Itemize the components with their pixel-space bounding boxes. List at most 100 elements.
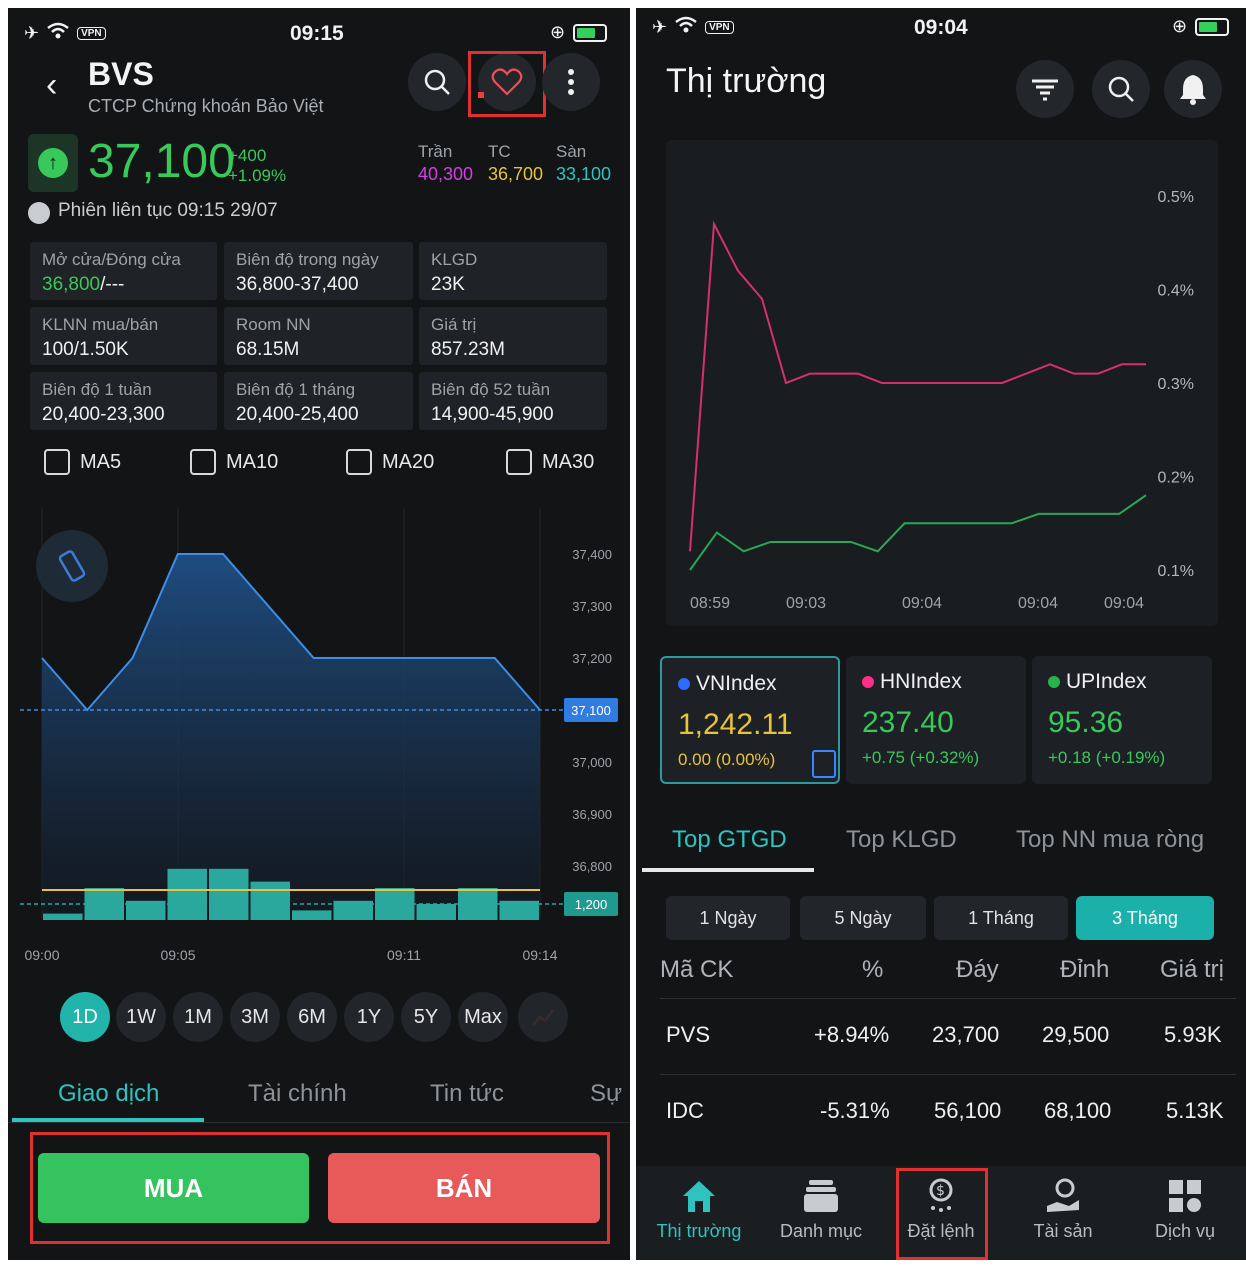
more-button[interactable] xyxy=(542,53,600,111)
volume-bar xyxy=(167,868,207,920)
stat-open-close: Mở cửa/Đóng cửa 36,800/--- xyxy=(30,242,217,300)
ma-label: MA10 xyxy=(226,450,279,473)
stat-label: KLGD xyxy=(431,250,478,269)
checkbox-square xyxy=(44,449,70,475)
row-high: 29,500 xyxy=(1042,1022,1110,1047)
ma10-checkbox[interactable]: MA10 xyxy=(190,449,278,475)
price-up-badge: ↑ xyxy=(28,134,78,192)
bell-icon xyxy=(1180,75,1206,105)
ma20-checkbox[interactable]: MA20 xyxy=(346,449,434,475)
y-tick-label: 0.2% xyxy=(1158,470,1194,487)
table-row[interactable]: PVS +8.94% 23,700 29,500 5.93K xyxy=(636,1000,1246,1074)
more-vertical-icon xyxy=(568,69,574,95)
ma30-checkbox[interactable]: MA30 xyxy=(506,449,594,475)
period-max[interactable]: Max xyxy=(458,992,508,1042)
tab-top-volume[interactable]: Top KLGD xyxy=(846,826,957,854)
orientation-lock-icon: ⊕ xyxy=(1172,16,1188,36)
search-button[interactable] xyxy=(408,53,466,111)
x-tick-label: 09:04 xyxy=(1018,595,1058,612)
segment-1-day[interactable]: 1 Ngày xyxy=(666,896,790,940)
chart-line-icon xyxy=(532,1009,555,1026)
stat-value: 100/1.50K xyxy=(42,339,129,360)
search-button[interactable] xyxy=(1092,60,1150,118)
row-code: IDC xyxy=(666,1098,704,1123)
index-value: 1,242.11 xyxy=(678,708,793,741)
tab-top-value[interactable]: Top GTGD xyxy=(672,826,787,854)
stat-foreign-volume: KLNN mua/bán 100/1.50K xyxy=(30,307,217,365)
stat-foreign-room: Room NN 68.15M xyxy=(224,307,413,365)
expand-icon[interactable] xyxy=(812,750,836,778)
stat-52week-range: Biên độ 52 tuần 14,900-45,900 xyxy=(419,372,607,430)
buy-button[interactable]: MUA xyxy=(38,1153,309,1223)
ma5-checkbox[interactable]: MA5 xyxy=(44,449,121,475)
period-1w[interactable]: 1W xyxy=(116,992,166,1042)
period-1d[interactable]: 1D xyxy=(60,992,110,1042)
floor-price: 33,100 xyxy=(556,164,612,184)
nav-market[interactable]: Thị trường xyxy=(644,1176,754,1242)
x-tick-label: 09:00 xyxy=(24,947,59,963)
clock-icon xyxy=(28,202,50,224)
rotate-screen-button[interactable] xyxy=(36,530,108,602)
tab-trading[interactable]: Giao dịch xyxy=(58,1080,159,1108)
chart-type-button[interactable] xyxy=(518,992,568,1042)
segment-3-months[interactable]: 3 Tháng xyxy=(1076,896,1214,940)
notification-button[interactable] xyxy=(1164,60,1222,118)
period-1y[interactable]: 1Y xyxy=(344,992,394,1042)
y-tick-label: 37,000 xyxy=(572,755,612,770)
x-tick-label: 09:04 xyxy=(1104,595,1144,612)
tab-finance[interactable]: Tài chính xyxy=(248,1080,347,1108)
floor-label: Sàn xyxy=(556,142,587,161)
index-change: +0.18 (+0.19%) xyxy=(1048,748,1166,767)
stat-value-traded: Giá trị 857.23M xyxy=(419,307,607,365)
ma-label: MA30 xyxy=(542,450,595,473)
sell-button[interactable]: BÁN xyxy=(328,1153,600,1223)
battery-icon xyxy=(1195,17,1230,36)
y-tick-label: 37,300 xyxy=(572,599,612,614)
portfolio-icon xyxy=(804,1180,838,1212)
nav-portfolio[interactable]: Danh mục xyxy=(766,1176,876,1242)
filter-button[interactable] xyxy=(1016,60,1074,118)
nav-label: Danh mục xyxy=(779,1221,863,1241)
price-area xyxy=(42,554,540,918)
period-5y[interactable]: 5Y xyxy=(401,992,451,1042)
index-card-upindex[interactable]: UPIndex 95.36 +0.18 (+0.19%) xyxy=(1032,656,1212,784)
x-tick-label: 09:14 xyxy=(522,947,557,963)
nav-services[interactable]: Dịch vụ xyxy=(1130,1176,1240,1242)
stat-label: Giá trị xyxy=(431,315,477,334)
period-6m[interactable]: 6M xyxy=(287,992,337,1042)
search-icon xyxy=(1108,76,1134,102)
price-change-percent: +1.09% xyxy=(228,166,287,185)
segment-5-days[interactable]: 5 Ngày xyxy=(800,896,926,940)
index-card-hnindex[interactable]: HNIndex 237.40 +0.75 (+0.32%) xyxy=(846,656,1026,784)
stat-label: Biên độ 52 tuần xyxy=(431,380,551,399)
row-divider xyxy=(660,1074,1236,1075)
status-bar-right-icons: ⊕ xyxy=(550,22,608,43)
ma-label: MA5 xyxy=(80,450,122,473)
period-3m[interactable]: 3M xyxy=(230,992,280,1042)
index-chart[interactable]: 0.5% 0.4% 0.3% 0.2% 0.1% 08:59 09:03 09:04 09:04… xyxy=(666,140,1218,626)
back-icon[interactable]: ‹ xyxy=(46,66,57,105)
period-1m[interactable]: 1M xyxy=(173,992,223,1042)
market-screen: ✈ VPN 09:04 ⊕ Thị trường 0.5% 0.4% 0.3% 0.2… xyxy=(636,8,1246,1260)
tab-top-foreign[interactable]: Top NN mua ròng xyxy=(1016,826,1204,854)
index-card-vnindex[interactable]: VNIndex 1,242.11 0.00 (0.00%) xyxy=(660,656,840,784)
table-header-percent: % xyxy=(862,956,884,983)
y-tick-label: 0.5% xyxy=(1158,189,1194,206)
status-bar-left-icons: ✈ VPN xyxy=(24,22,106,45)
current-price: 37,100 xyxy=(88,135,235,188)
filter-icon xyxy=(1032,79,1058,101)
x-tick-label: 09:03 xyxy=(786,595,826,612)
highlight-box-order xyxy=(896,1168,988,1260)
segment-1-month[interactable]: 1 Tháng xyxy=(934,896,1068,940)
status-bar-right-icons: ⊕ xyxy=(1172,16,1230,37)
row-high: 68,100 xyxy=(1044,1098,1112,1123)
airplane-icon: ✈ xyxy=(24,23,40,43)
tab-divider xyxy=(8,1122,630,1123)
index-name: HNIndex xyxy=(880,670,962,693)
nav-assets[interactable]: Tài sản xyxy=(1008,1176,1118,1242)
tab-events[interactable]: Sự xyxy=(590,1080,622,1108)
table-row[interactable]: IDC -5.31% 56,100 68,100 5.13K xyxy=(636,1076,1246,1150)
checkbox-square xyxy=(506,449,532,475)
tab-news[interactable]: Tin tức xyxy=(430,1080,504,1108)
reference-price: 36,700 xyxy=(488,164,544,184)
